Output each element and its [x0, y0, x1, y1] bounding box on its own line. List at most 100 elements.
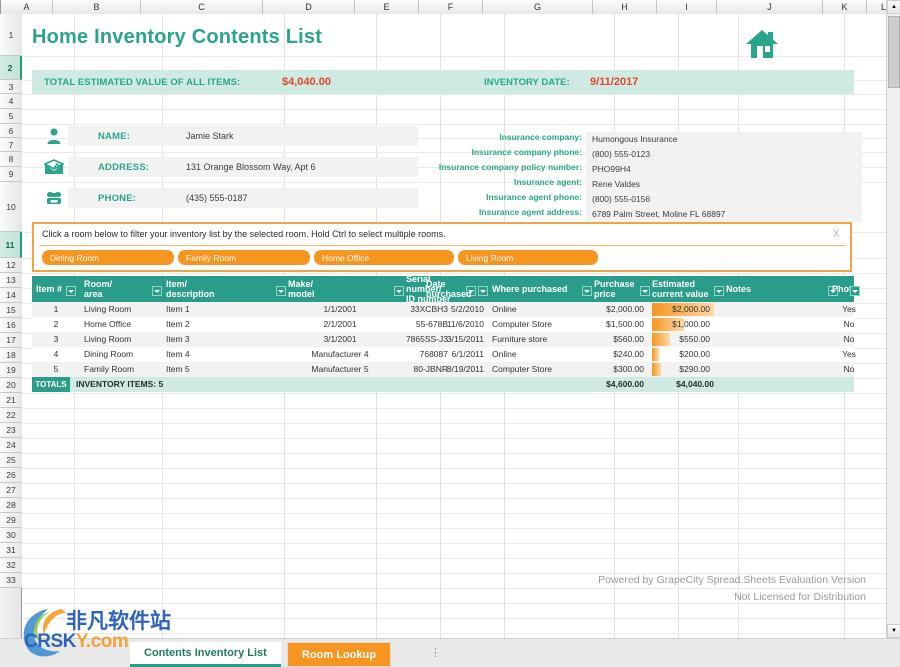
- table-row[interactable]: 2 Home Office Item 2 2/1/2001 55-678B 11/6/20…: [32, 317, 854, 332]
- table-row[interactable]: 1 Living Room Item 1 1/1/2001 33XCBH3 5/2/201…: [32, 302, 856, 317]
- vertical-scroll-thumb[interactable]: [888, 16, 900, 88]
- filter-dropdown-icon[interactable]: [582, 286, 592, 296]
- row-header-32[interactable]: 32: [0, 558, 22, 573]
- owner-value[interactable]: Jamie Stark: [186, 131, 234, 141]
- row-header-4[interactable]: 4: [0, 94, 22, 109]
- sheet-tab-contents-inventory-list[interactable]: Contents Inventory List: [130, 642, 281, 667]
- row-header-26[interactable]: 26: [0, 468, 22, 483]
- cell-where: Online: [492, 304, 517, 314]
- sheet-tab-room-lookup[interactable]: Room Lookup: [287, 642, 391, 667]
- column-header-room-area[interactable]: Room/ area: [84, 276, 152, 302]
- room-filter-button-home-office[interactable]: Home Office: [314, 250, 454, 265]
- cell-room: Dining Room: [84, 349, 134, 359]
- spreadsheet-application: ABCDEFGHIJKL 1 2 3 4 5 6 7 8 9 10 11 12 13 14 15 16 17 18…: [0, 0, 900, 667]
- cell-notes: [726, 332, 826, 347]
- column-header-k[interactable]: K: [823, 0, 867, 14]
- row-header-18[interactable]: 18: [0, 348, 22, 363]
- row-header-27[interactable]: 27: [0, 483, 22, 498]
- table-row[interactable]: 4 Dining Room Item 4 Manufacturer 4 768087 6/…: [32, 347, 856, 362]
- column-header-where-purchased[interactable]: Where purchased: [492, 276, 588, 302]
- column-header-notes[interactable]: Notes: [726, 276, 826, 302]
- column-header-item[interactable]: Item #: [36, 276, 70, 302]
- column-header-d[interactable]: D: [263, 0, 355, 14]
- row-header-30[interactable]: 30: [0, 528, 22, 543]
- column-header-estimated-current-value[interactable]: Estimated current value: [652, 276, 714, 302]
- column-header-item-description[interactable]: Item/ description: [166, 276, 276, 302]
- row-header-10[interactable]: 10: [0, 182, 22, 232]
- row-header-11[interactable]: 11: [0, 232, 22, 258]
- owner-value[interactable]: (435) 555-0187: [186, 193, 248, 203]
- tab-overflow-icon[interactable]: ⋮: [430, 646, 443, 659]
- room-filter-button-family-room[interactable]: Family Room: [178, 250, 310, 265]
- column-header-j[interactable]: J: [717, 0, 823, 14]
- row-header-23[interactable]: 23: [0, 423, 22, 438]
- row-header-20[interactable]: 20: [0, 378, 22, 393]
- column-header-b[interactable]: B: [53, 0, 141, 14]
- filter-dropdown-icon[interactable]: [640, 286, 650, 296]
- row-header-16[interactable]: 16: [0, 318, 22, 333]
- cell-item: 1: [53, 304, 59, 314]
- row-header-19[interactable]: 19: [0, 363, 22, 378]
- close-icon[interactable]: X: [833, 228, 840, 240]
- room-filter-panel[interactable]: Click a room below to filter your invent…: [32, 222, 852, 272]
- row-header-13[interactable]: 13: [0, 273, 22, 288]
- row-header-9[interactable]: 9: [0, 167, 22, 182]
- filter-dropdown-icon[interactable]: [394, 286, 404, 296]
- scroll-down-button[interactable]: ▼: [887, 624, 900, 638]
- chevron-up-icon: ▲: [891, 4, 897, 10]
- row-header-15[interactable]: 15: [0, 303, 22, 318]
- scroll-up-button[interactable]: ▲: [887, 0, 900, 14]
- cell-price: $2,000.00: [606, 304, 644, 314]
- row-header-33[interactable]: 33: [0, 573, 22, 588]
- insurance-value[interactable]: (800) 555-0123: [592, 147, 650, 162]
- column-header-g[interactable]: G: [483, 0, 593, 14]
- table-row[interactable]: 3 Living Room Item 3 3/1/2001 7865SS-J3 3/15/…: [32, 332, 854, 347]
- filter-dropdown-icon[interactable]: [714, 286, 724, 296]
- column-header-make-model[interactable]: Make/ model: [288, 276, 394, 302]
- filter-dropdown-icon[interactable]: [276, 286, 286, 296]
- column-header-a[interactable]: A: [1, 0, 53, 14]
- row-header-5[interactable]: 5: [0, 109, 22, 124]
- filter-dropdown-icon[interactable]: [66, 286, 76, 296]
- row-header-28[interactable]: 28: [0, 498, 22, 513]
- row-header-8[interactable]: 8: [0, 152, 22, 167]
- row-header-6[interactable]: 6: [0, 124, 22, 138]
- worksheet-grid[interactable]: Home Inventory Contents List TOTAL ESTIM…: [22, 14, 886, 638]
- row-header-1[interactable]: 1: [0, 14, 22, 56]
- row-header-25[interactable]: 25: [0, 453, 22, 468]
- cell-date: 6/1/2011: [451, 349, 484, 359]
- row-header-12[interactable]: 12: [0, 258, 22, 273]
- insurance-value[interactable]: (800) 555-0156: [592, 192, 650, 207]
- column-header-h[interactable]: H: [593, 0, 657, 14]
- row-header-22[interactable]: 22: [0, 408, 22, 423]
- owner-value[interactable]: 131 Orange Blossom Way, Apt 6: [186, 162, 316, 172]
- row-header-3[interactable]: 3: [0, 80, 22, 94]
- row-header-2[interactable]: 2: [0, 56, 22, 80]
- column-header-f[interactable]: F: [419, 0, 483, 14]
- room-filter-button-dining-room[interactable]: Dining Room: [42, 250, 174, 265]
- row-header-21[interactable]: 21: [0, 393, 22, 408]
- column-header-c[interactable]: C: [141, 0, 263, 14]
- filter-dropdown-icon[interactable]: [478, 286, 488, 296]
- filter-dropdown-icon[interactable]: [850, 286, 860, 296]
- table-row[interactable]: 5 Family Room Item 5 Manufacturer 5 80-JBNR 8…: [32, 362, 854, 377]
- insurance-value[interactable]: Rene Valdes: [592, 177, 640, 192]
- insurance-value[interactable]: 6789 Palm Street, Moline FL 68897: [592, 207, 725, 222]
- column-header-e[interactable]: E: [355, 0, 419, 14]
- insurance-label: Insurance agent address:: [479, 207, 582, 217]
- row-header-31[interactable]: 31: [0, 543, 22, 558]
- filter-dropdown-icon[interactable]: [152, 286, 162, 296]
- select-all-corner[interactable]: [0, 0, 1, 14]
- row-header-24[interactable]: 24: [0, 438, 22, 453]
- room-filter-button-living-room[interactable]: Living Room: [458, 250, 598, 265]
- insurance-value[interactable]: Humongous Insurance: [592, 132, 678, 147]
- row-header-29[interactable]: 29: [0, 513, 22, 528]
- column-header-i[interactable]: I: [657, 0, 717, 14]
- row-header-7[interactable]: 7: [0, 138, 22, 152]
- row-header-14[interactable]: 14: [0, 288, 22, 303]
- cell-description: Item 2: [166, 319, 190, 329]
- row-header-17[interactable]: 17: [0, 333, 22, 348]
- vertical-scrollbar[interactable]: ▲ ▼: [886, 0, 900, 638]
- insurance-value[interactable]: PHO99H4: [592, 162, 631, 177]
- cell-photo: No: [843, 319, 855, 329]
